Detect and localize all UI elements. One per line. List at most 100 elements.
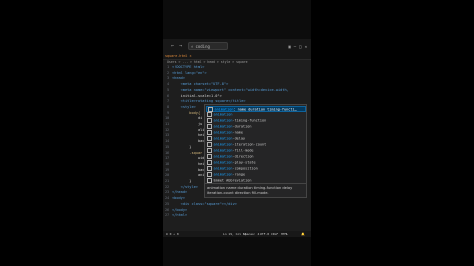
code-line[interactable]: } — [172, 179, 191, 183]
suggestion-label: animation-duration — [213, 124, 252, 129]
line-number: 4 — [167, 82, 169, 87]
code-line[interactable]: bac — [172, 139, 205, 143]
line-number: 22 — [165, 184, 169, 189]
indentation[interactable]: Spaces: 4 — [243, 232, 259, 236]
property-icon — [207, 154, 212, 159]
line-number: 23 — [165, 190, 169, 195]
tab-bar: square.html × — [163, 53, 311, 60]
command-center-search[interactable]: ⌕ coding — [188, 42, 229, 50]
title-bar: ← → ⌕ coding ▣ — □ ✕ — [163, 39, 311, 53]
line-number: 16 — [165, 150, 169, 155]
maximize-icon[interactable]: □ — [299, 44, 301, 49]
code-line[interactable]: body{ — [172, 111, 200, 115]
suggestion-label: animation-name — [213, 130, 244, 135]
line-number: 10 — [165, 116, 169, 121]
line-number: 21 — [165, 179, 169, 183]
property-icon — [207, 148, 212, 153]
code-line[interactable]: <meta charset="UTF-8"> — [172, 82, 229, 86]
code-line[interactable]: <meta name="viewport" content="width=dev… — [172, 88, 289, 92]
end-of-line[interactable]: CRLF — [271, 232, 278, 236]
suggestion-label: animation-range — [213, 172, 246, 177]
suggestion-details: animation name duration timing-function … — [204, 184, 307, 198]
encoding[interactable]: UTF-8 — [260, 232, 269, 236]
tab-square-html[interactable]: square.html × — [165, 54, 192, 58]
code-line[interactable]: <!DOCTYPE html> — [172, 65, 204, 69]
minimize-icon[interactable]: — — [294, 44, 296, 49]
suggestion-label: animation-composition — [213, 166, 258, 171]
line-number: 24 — [165, 196, 169, 201]
property-icon — [207, 118, 212, 123]
forward-arrow-icon[interactable]: → — [179, 43, 182, 49]
code-line[interactable]: } — [172, 145, 191, 149]
line-number: 17 — [165, 156, 169, 161]
code-line[interactable]: wid — [172, 156, 205, 160]
line-number: 6 — [167, 93, 169, 98]
property-icon — [207, 130, 212, 135]
code-line[interactable]: ju — [172, 122, 202, 126]
line-number: 5 — [167, 87, 169, 92]
code-line[interactable]: di — [172, 116, 202, 120]
line-number: 12 — [165, 127, 169, 132]
code-line[interactable]: initial-scale=1.0"> — [172, 94, 222, 98]
property-icon — [207, 124, 212, 129]
code-line[interactable]: ani — [172, 173, 205, 177]
code-line[interactable]: <title>rotating square</title> — [172, 99, 246, 103]
code-line[interactable]: bac — [172, 168, 205, 172]
line-number: 1 — [167, 65, 169, 69]
line-number: 7 — [167, 99, 169, 104]
suggestion-label: animation-fill-mode — [213, 148, 254, 153]
suggestion-label: animation-iteration-count — [213, 142, 267, 147]
code-line[interactable]: </head> — [172, 190, 187, 194]
property-icon — [207, 166, 212, 171]
code-line[interactable]: <body> — [172, 196, 185, 200]
line-number: 26 — [165, 207, 169, 212]
property-icon — [207, 142, 212, 147]
property-icon — [207, 112, 212, 117]
code-line[interactable]: <div class="square"></div> — [172, 202, 237, 206]
problems-indicator[interactable]: ⊗ 0 ⚠ 0 — [166, 232, 179, 236]
code-line[interactable]: </html> — [172, 213, 187, 217]
code-line[interactable]: ali — [172, 128, 205, 132]
suggestion-label: animation-play-state — [213, 160, 256, 165]
code-line[interactable]: </body> — [172, 208, 187, 212]
code-line[interactable]: .squar — [172, 151, 202, 155]
suggestion-label: animation: name duration timing-functi… — [214, 107, 297, 112]
layout-icon[interactable]: ▣ — [288, 44, 290, 49]
code-line[interactable]: <style> — [172, 105, 196, 109]
close-icon[interactable]: ✕ — [305, 44, 307, 49]
line-number: 9 — [167, 110, 169, 115]
line-number: 13 — [165, 133, 169, 138]
line-number: 20 — [165, 173, 169, 178]
line-number: 19 — [165, 167, 169, 172]
code-line[interactable]: <html lang="en"> — [172, 71, 207, 75]
property-icon — [207, 160, 212, 165]
snippet-icon — [207, 178, 212, 183]
notifications-icon[interactable]: 🔔 — [301, 232, 305, 236]
line-number: 14 — [165, 139, 169, 144]
suggestion-label: animation — [213, 112, 233, 117]
line-number: 2 — [167, 70, 169, 75]
property-icon — [207, 136, 212, 141]
top-blank-area — [163, 0, 311, 39]
line-number: 8 — [167, 104, 169, 109]
property-icon — [207, 172, 212, 177]
breadcrumb-path[interactable]: Users > ... > html > head > style > squa… — [167, 60, 248, 64]
suggestion-label: Emmet Abbreviation — [213, 178, 252, 183]
nav-arrows: ← → — [171, 43, 182, 49]
line-number-gutter: 1 2 3 4 5 6 7 8 9 10 11 12 13 14 15 16 17 18 19 20 21 22 23 24 2… — [163, 65, 170, 231]
bottom-blank-area — [163, 237, 311, 266]
back-arrow-icon[interactable]: ← — [171, 43, 174, 49]
code-line[interactable]: hei — [172, 133, 205, 137]
code-line[interactable]: hei — [172, 162, 205, 166]
window-controls: ▣ — □ ✕ — [288, 44, 307, 49]
line-number: 15 — [165, 144, 169, 149]
line-number: 18 — [165, 161, 169, 166]
suggestion-label: animation-delay — [213, 136, 246, 141]
line-number: 25 — [165, 201, 169, 206]
code-line[interactable]: </style> — [172, 185, 198, 189]
command-center-label: coding — [195, 43, 210, 49]
line-number: 27 — [165, 213, 169, 218]
suggestion-label: animation-direction — [213, 154, 254, 159]
code-line[interactable]: <head> — [172, 76, 185, 80]
language-mode[interactable]: HTML — [281, 232, 288, 236]
